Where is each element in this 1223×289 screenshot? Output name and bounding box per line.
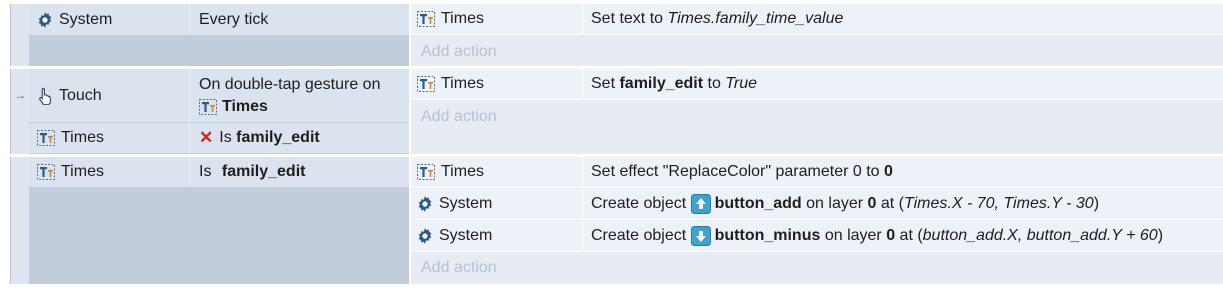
action-object-name: System: [439, 227, 493, 244]
gear-icon: [417, 228, 433, 244]
action-row[interactable]: System Create object button_add on layer…: [411, 189, 1223, 220]
text-object-icon: [417, 11, 435, 27]
invert-x-icon: ✕: [199, 128, 214, 147]
condition-text[interactable]: Every tick: [190, 4, 409, 35]
condition-text[interactable]: On double-tap gesture on Times: [190, 69, 409, 122]
action-object-name: Times: [441, 75, 484, 92]
action-at-prefix: at (: [895, 227, 923, 244]
action-text[interactable]: Create object button_minus on layer 0 at…: [583, 221, 1223, 251]
condition-text[interactable]: ✕ Is family_edit: [190, 123, 409, 153]
action-at-suffix: ): [1093, 195, 1100, 212]
action-row[interactable]: Times Set effect "ReplaceColor" paramete…: [411, 157, 1223, 188]
actions-block[interactable]: Times Set text to Times.family_time_valu…: [409, 4, 1223, 66]
actions-block[interactable]: Times Set effect "ReplaceColor" paramete…: [409, 157, 1223, 284]
condition-label: Every tick: [199, 10, 269, 28]
conditions-block[interactable]: System Every tick: [29, 4, 409, 66]
event-1[interactable]: System Every tick Times Set text to Time…: [10, 4, 1223, 66]
action-at-prefix: at (: [876, 195, 904, 212]
event-margin[interactable]: →: [10, 69, 29, 154]
text-object-icon: [37, 164, 55, 180]
action-layer-prefix: on layer: [820, 227, 887, 244]
action-at-value: Times.X - 70, Times.Y - 30: [903, 195, 1094, 212]
event-3[interactable]: Times Is family_edit Times Set effect "R…: [10, 157, 1223, 284]
action-text[interactable]: Set effect "ReplaceColor" parameter 0 to…: [583, 157, 1223, 187]
gear-icon: [37, 12, 53, 28]
action-text-prefix: Create object: [591, 195, 691, 212]
condition-row[interactable]: Touch On double-tap gesture on Times: [29, 69, 409, 123]
gear-icon: [417, 196, 433, 212]
arrow-up-sprite-icon: [691, 194, 711, 214]
action-row[interactable]: System Create object button_minus on lay…: [411, 221, 1223, 252]
action-text[interactable]: Create object button_add on layer 0 at (…: [583, 189, 1223, 219]
action-value: 0: [884, 163, 893, 180]
action-text-prefix: Create object: [591, 227, 691, 244]
action-text[interactable]: Set family_edit to True: [583, 69, 1223, 99]
action-object-name: Times: [441, 10, 484, 27]
action-text[interactable]: Set text to Times.family_time_value: [583, 4, 1223, 34]
text-object-icon: [417, 76, 435, 92]
event-2[interactable]: → Touch On double-tap gesture on Times T…: [10, 69, 1223, 154]
add-action-link[interactable]: Add action: [421, 104, 497, 130]
action-object[interactable]: Times: [411, 157, 583, 187]
condition-object[interactable]: Times: [29, 123, 190, 153]
action-sprite-name: button_add: [714, 195, 802, 212]
condition-row[interactable]: Times Is family_edit: [29, 157, 409, 188]
condition-param-object: Times: [222, 97, 268, 115]
condition-label: Is family_edit: [219, 127, 319, 149]
condition-object[interactable]: Touch: [29, 69, 190, 122]
action-text-mid: to: [703, 75, 726, 92]
event-margin[interactable]: [10, 157, 29, 284]
condition-row[interactable]: Times ✕ Is family_edit: [29, 123, 409, 154]
condition-row[interactable]: System Every tick: [29, 4, 409, 36]
action-object[interactable]: System: [411, 189, 583, 219]
action-sprite-name: button_minus: [714, 227, 821, 244]
trigger-arrow-icon: →: [14, 88, 26, 102]
action-at-suffix: ): [1157, 227, 1164, 244]
touch-hand-icon: [37, 87, 53, 105]
condition-prefix: Is: [199, 163, 216, 180]
action-row[interactable]: Times Set text to Times.family_time_valu…: [411, 4, 1223, 35]
arrow-down-sprite-icon: [691, 226, 711, 246]
conditions-block[interactable]: Touch On double-tap gesture on Times Tim…: [29, 69, 409, 154]
action-layer-prefix: on layer: [801, 195, 868, 212]
action-text-value: Times.family_time_value: [667, 10, 844, 27]
action-layer: 0: [867, 195, 877, 212]
event-margin[interactable]: [10, 4, 29, 66]
condition-variable: family_edit: [236, 129, 320, 146]
action-row[interactable]: Times Set family_edit to True: [411, 69, 1223, 100]
condition-object-name: Touch: [59, 86, 102, 104]
condition-param: Times: [199, 96, 268, 118]
add-action-link[interactable]: Add action: [421, 39, 497, 65]
text-object-icon: [37, 130, 55, 146]
condition-object[interactable]: Times: [29, 157, 190, 187]
condition-variable: family_edit: [221, 163, 306, 180]
action-value: True: [725, 75, 758, 92]
action-text-prefix: Set text to: [591, 10, 668, 27]
action-object-name: Times: [441, 163, 484, 180]
condition-object-name: System: [59, 10, 113, 28]
actions-block[interactable]: Times Set family_edit to True Add action: [409, 69, 1223, 154]
conditions-block[interactable]: Times Is family_edit: [29, 157, 409, 284]
action-at-value: button_add.X, button_add.Y + 60: [922, 227, 1158, 244]
action-object[interactable]: Times: [411, 69, 583, 99]
condition-object-name: Times: [61, 129, 104, 146]
add-action-link[interactable]: Add action: [421, 255, 497, 281]
condition-object-name: Times: [61, 163, 104, 180]
text-object-icon: [417, 164, 435, 180]
condition-prefix: Is: [219, 129, 237, 146]
action-object[interactable]: System: [411, 221, 583, 251]
action-text-prefix: Set effect "ReplaceColor" parameter 0 to: [591, 163, 884, 180]
text-object-icon: [199, 99, 217, 115]
condition-text[interactable]: Is family_edit: [190, 157, 409, 187]
action-variable: family_edit: [619, 75, 704, 92]
action-layer: 0: [886, 227, 896, 244]
action-text-prefix: Set: [591, 75, 620, 92]
action-object-name: System: [439, 195, 493, 212]
condition-object[interactable]: System: [29, 4, 190, 35]
condition-label: On double-tap gesture on: [199, 75, 381, 93]
action-object[interactable]: Times: [411, 4, 583, 34]
